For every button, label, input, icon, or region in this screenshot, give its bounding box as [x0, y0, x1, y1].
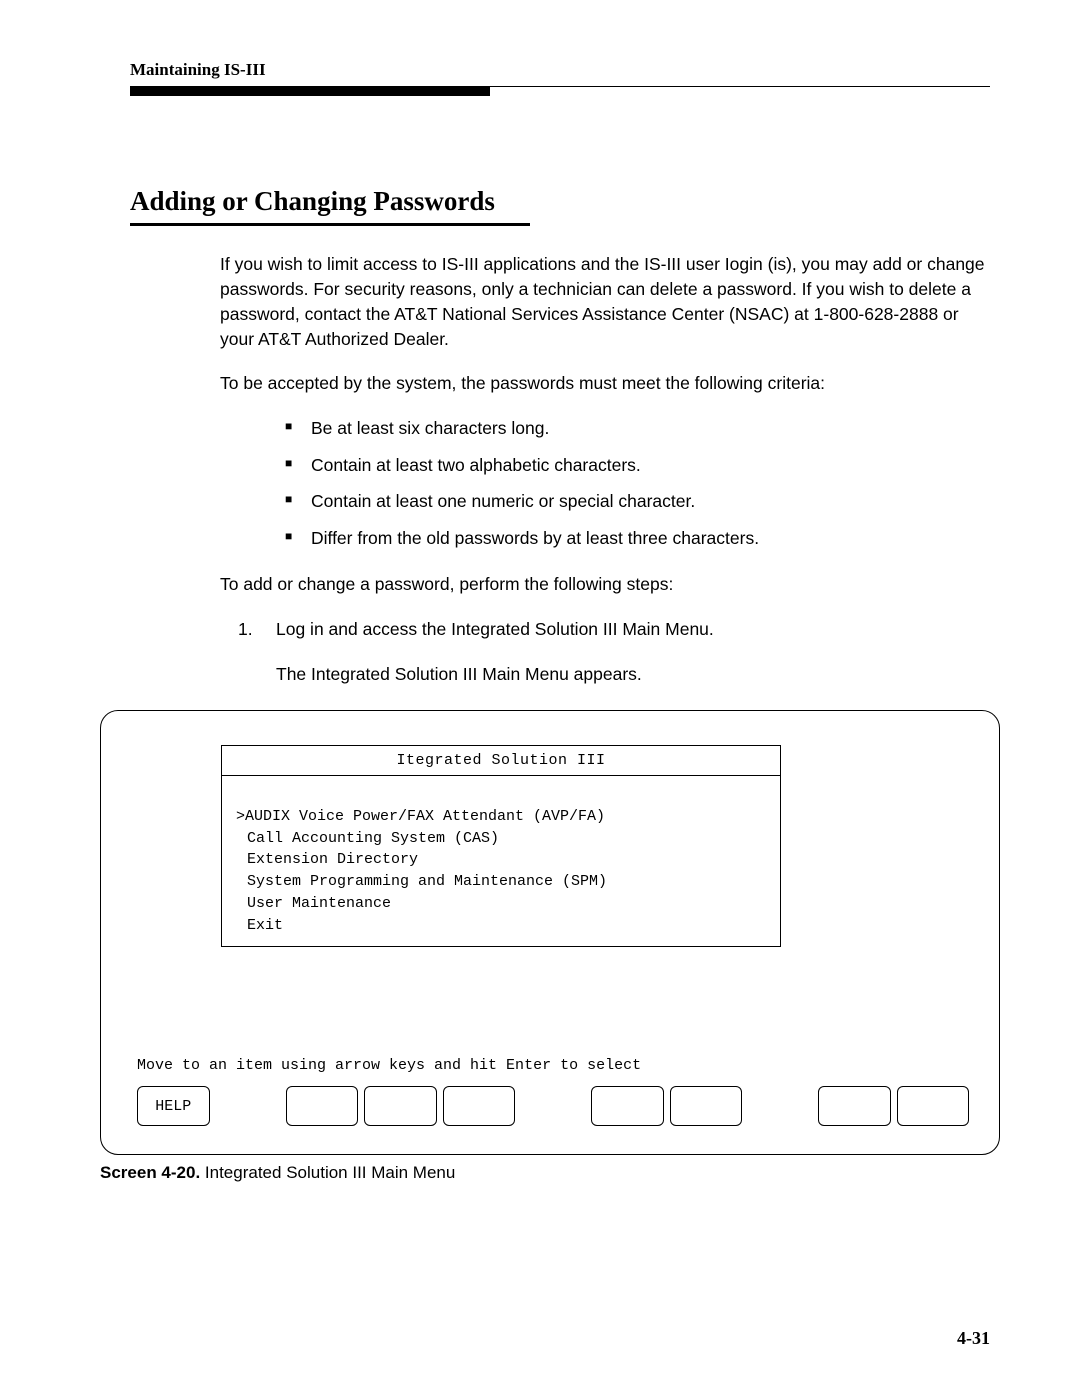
paragraph-steps-lead: To add or change a password, perform the…	[220, 572, 990, 597]
title-underline	[130, 223, 530, 226]
menu-title: Itegrated Solution III	[221, 745, 781, 775]
criteria-list: Be at least six characters long. Contain…	[285, 416, 990, 550]
section-title: Adding or Changing Passwords	[130, 186, 990, 217]
fkey-blank[interactable]	[897, 1086, 970, 1126]
paragraph-criteria-lead: To be accepted by the system, the passwo…	[220, 371, 990, 396]
menu-item: Call Accounting System (CAS)	[236, 828, 766, 850]
caption-text: Integrated Solution III Main Menu	[200, 1163, 455, 1182]
menu-box: Itegrated Solution III >AUDIX Voice Powe…	[221, 745, 781, 947]
menu-item: Exit	[236, 915, 766, 937]
menu-item: System Programming and Maintenance (SPM)	[236, 871, 766, 893]
step-result: The Integrated Solution III Main Menu ap…	[276, 662, 990, 687]
menu-item: >AUDIX Voice Power/FAX Attendant (AVP/FA…	[236, 806, 766, 828]
header-rule-thick	[130, 87, 490, 96]
step-item: 1. Log in and access the Integrated Solu…	[238, 617, 990, 642]
fkey-blank[interactable]	[443, 1086, 516, 1126]
prompt-line: Move to an item using arrow keys and hit…	[137, 1057, 969, 1074]
figure-caption: Screen 4-20. Integrated Solution III Mai…	[100, 1163, 990, 1183]
terminal-screen: Itegrated Solution III >AUDIX Voice Powe…	[100, 710, 1000, 1155]
fkey-blank[interactable]	[286, 1086, 359, 1126]
criteria-item: Be at least six characters long.	[285, 416, 990, 441]
caption-label: Screen 4-20.	[100, 1163, 200, 1182]
page-number: 4-31	[957, 1328, 990, 1349]
running-head: Maintaining IS-III	[130, 60, 990, 80]
criteria-item: Differ from the old passwords by at leas…	[285, 526, 990, 551]
function-key-row: HELP	[137, 1086, 969, 1126]
paragraph-intro: If you wish to limit access to IS-III ap…	[220, 252, 990, 351]
step-text: Log in and access the Integrated Solutio…	[276, 619, 714, 639]
steps-list: 1. Log in and access the Integrated Solu…	[238, 617, 990, 642]
fkey-blank[interactable]	[670, 1086, 743, 1126]
criteria-item: Contain at least two alphabetic characte…	[285, 453, 990, 478]
menu-item: User Maintenance	[236, 893, 766, 915]
fkey-blank[interactable]	[364, 1086, 437, 1126]
step-number: 1.	[238, 617, 253, 642]
menu-body: >AUDIX Voice Power/FAX Attendant (AVP/FA…	[221, 775, 781, 947]
fkey-help[interactable]: HELP	[137, 1086, 210, 1126]
fkey-blank[interactable]	[818, 1086, 891, 1126]
menu-item: Extension Directory	[236, 849, 766, 871]
fkey-blank[interactable]	[591, 1086, 664, 1126]
criteria-item: Contain at least one numeric or special …	[285, 489, 990, 514]
